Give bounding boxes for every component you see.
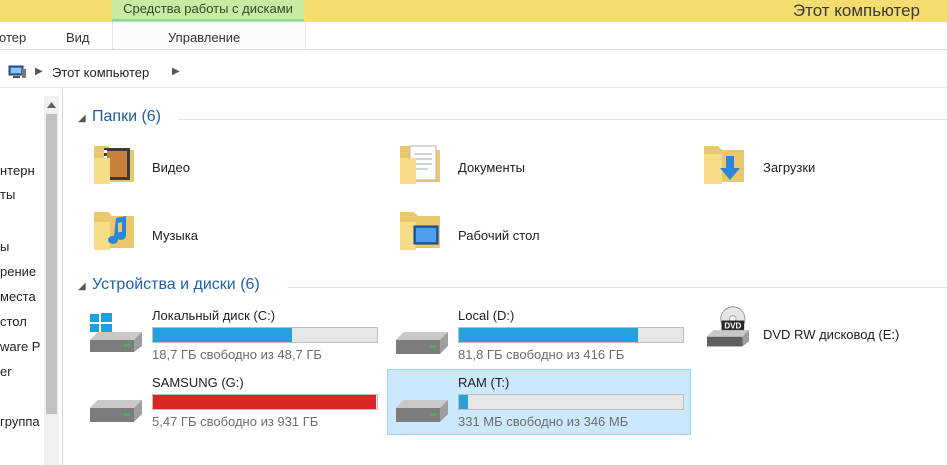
nav-item[interactable]: рение — [0, 264, 36, 279]
nav-item[interactable]: места — [0, 289, 36, 304]
drive-usage-bar-g — [152, 394, 378, 410]
drive-usage-bar-t — [458, 394, 684, 410]
folder-label-video[interactable]: Видео — [152, 160, 190, 175]
breadcrumb-this-pc[interactable]: Этот компьютер — [52, 65, 149, 80]
group-divider — [178, 119, 947, 120]
svg-text:DVD: DVD — [724, 322, 741, 331]
drive-name-c[interactable]: Локальный диск (C:) — [152, 308, 275, 323]
nav-item[interactable]: ты — [0, 187, 15, 202]
drives-group-header[interactable]: ◢ Устройства и диски (6) — [78, 276, 947, 298]
nav-item[interactable]: er — [0, 364, 12, 379]
collapse-chevron-icon[interactable]: ◢ — [78, 113, 86, 124]
hard-drive-icon[interactable] — [86, 386, 146, 428]
nav-item[interactable]: нтерн — [0, 163, 35, 178]
address-bar[interactable]: ▶ Этот компьютер ▶ — [0, 58, 947, 88]
folder-label-documents[interactable]: Документы — [458, 160, 525, 175]
tab-manage[interactable]: Управление — [168, 30, 240, 45]
nav-item[interactable]: стол — [0, 314, 27, 329]
dvd-drive-icon[interactable]: DVD — [698, 306, 758, 348]
folders-group-title: Папки (6) — [92, 108, 161, 125]
nav-scrollbar[interactable] — [44, 96, 59, 465]
drive-usage-fill — [459, 328, 639, 342]
drive-name-t[interactable]: RAM (T:) — [458, 375, 509, 390]
drives-group-title: Устройства и диски (6) — [92, 276, 260, 293]
desktop-folder-icon[interactable] — [396, 206, 444, 252]
navigation-pane: нтерн ты ы рение места стол ware P er гр… — [0, 88, 63, 465]
drive-name-g[interactable]: SAMSUNG (G:) — [152, 375, 244, 390]
drive-free-space-t: 331 МБ свободно из 346 МБ — [458, 414, 629, 429]
windows-drive-icon[interactable] — [86, 312, 146, 354]
ribbon-tabs: отер Вид Управление — [0, 22, 947, 50]
window-title: Этот компьютер — [792, 1, 920, 20]
drive-free-space-g: 5,47 ГБ свободно из 931 ГБ — [152, 414, 319, 429]
folder-label-downloads[interactable]: Загрузки — [763, 160, 815, 175]
drive-usage-bar-d — [458, 327, 684, 343]
nav-item[interactable]: ы — [0, 239, 9, 254]
drive-usage-bar-c — [152, 327, 378, 343]
drive-usage-fill — [459, 395, 468, 409]
drive-usage-fill — [153, 395, 376, 409]
video-folder-icon[interactable] — [90, 140, 138, 186]
tab-view[interactable]: Вид — [66, 30, 90, 45]
hard-drive-icon[interactable] — [392, 318, 452, 360]
folder-label-music[interactable]: Музыка — [152, 228, 198, 243]
title-bar: Средства работы с дисками Этот компьютер — [0, 0, 947, 22]
computer-icon — [8, 65, 26, 78]
breadcrumb-chevron-icon[interactable]: ▶ — [35, 66, 43, 77]
drive-free-space-d: 81,8 ГБ свободно из 416 ГБ — [458, 347, 625, 362]
nav-item[interactable]: группа — [0, 414, 40, 429]
context-tab-disk-tools[interactable]: Средства работы с дисками — [112, 0, 304, 21]
tab-computer[interactable]: отер — [0, 30, 26, 45]
folders-group-header[interactable]: ◢ Папки (6) — [78, 108, 947, 130]
hard-drive-icon[interactable] — [392, 386, 452, 428]
nav-scrollbar-track[interactable] — [44, 96, 59, 465]
nav-item[interactable]: ware P — [0, 339, 40, 354]
breadcrumb-chevron-icon[interactable]: ▶ — [172, 66, 180, 77]
downloads-folder-icon[interactable] — [700, 140, 748, 186]
drive-usage-fill — [153, 328, 292, 342]
drive-name-e[interactable]: DVD RW дисковод (E:) — [763, 327, 899, 342]
group-divider — [288, 287, 947, 288]
drive-free-space-c: 18,7 ГБ свободно из 48,7 ГБ — [152, 347, 322, 362]
collapse-chevron-icon[interactable]: ◢ — [78, 281, 86, 292]
music-folder-icon[interactable] — [90, 206, 138, 252]
documents-folder-icon[interactable] — [396, 140, 444, 186]
folder-label-desktop[interactable]: Рабочий стол — [458, 228, 540, 243]
drive-name-d[interactable]: Local (D:) — [458, 308, 514, 323]
